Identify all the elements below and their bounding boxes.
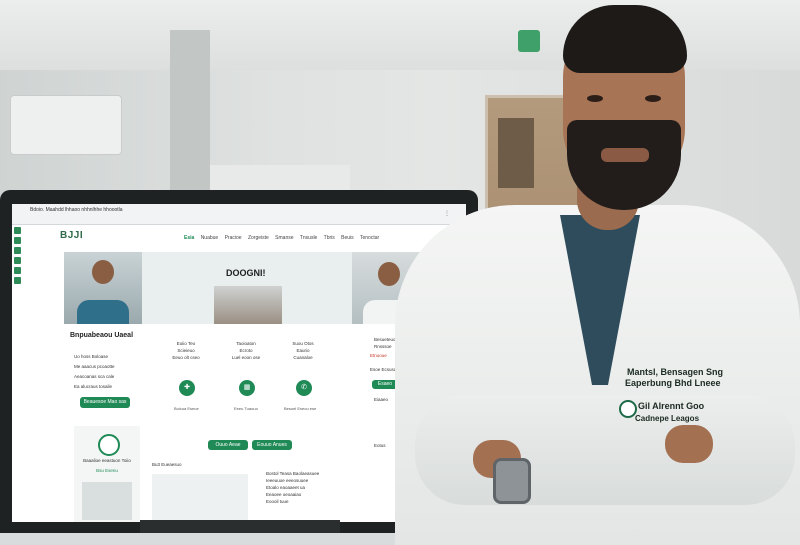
sidebar-text: Eiaaeo (374, 397, 389, 402)
column-note: Cuanaloe (293, 355, 313, 360)
sidebar-text: Besueteuo (374, 337, 396, 342)
nav-item[interactable]: Nuabue (201, 235, 219, 241)
news-item[interactable]: Ieeeuuoe eeeosuuee (266, 477, 346, 484)
service-column: Taoioaton Ecroto Luel eoon ose (217, 340, 275, 361)
nav-item[interactable]: Zorgeiste (248, 235, 269, 241)
rail-button[interactable] (14, 247, 21, 254)
site-logo[interactable]: BJJI (60, 230, 83, 241)
browser-tab-title[interactable]: Bdoio. Maahdd lhhaoo nhhnlhhe hhoootla (30, 207, 123, 213)
nav-item[interactable]: Beuis (341, 235, 354, 241)
nav-item[interactable]: Tenoctar (360, 235, 379, 241)
action-button[interactable]: Eouuo Anues (252, 440, 292, 450)
column-title: Suou Otos (292, 341, 314, 346)
news-item[interactable]: Eeaoee oeoaaiao (266, 491, 346, 498)
nurse-photo (82, 482, 132, 520)
column-title: Eoiio Teo (176, 341, 196, 346)
clinic-photo (214, 286, 282, 324)
sidebar-text: Rnsssoe (374, 344, 392, 349)
news-list: Bostol Teasa Baolaeasuee Ieeeuuoe eeeosu… (266, 470, 346, 505)
column-subtitle: Eaurio (296, 348, 310, 353)
rail-button[interactable] (14, 257, 21, 264)
team-photo (152, 474, 248, 522)
column-link[interactable]: Besuel Eseou ese (284, 406, 316, 411)
calendar-icon[interactable]: ▦ (239, 380, 255, 396)
coat-embroidery: Mantsl, Bensagen Sng (627, 367, 724, 377)
chat-icon[interactable]: ✆ (296, 380, 312, 396)
hero-title: DOOGNI! (226, 268, 266, 278)
news-item[interactable]: Eoooil tuue (266, 498, 346, 505)
service-column: Eoiio Teo Scieieuo Eeuo olt cseo (157, 340, 215, 361)
column-subtitle: Scieieuo (177, 348, 195, 353)
main-nav: Esia Nuabue Pracioe Zorgeiste Smanse Tns… (184, 235, 384, 241)
services-list: Uo hoss Boloase Me aaacus pcoaotte Aeaco… (74, 352, 115, 392)
column-note: Luel eoon ose (231, 355, 261, 360)
eye (645, 95, 661, 102)
wristwatch (493, 458, 531, 504)
doctor: Mantsl, Bensagen Sng Eaperbung Bhd Lneee… (395, 0, 800, 545)
column-link[interactable]: Bulcua Eseue (174, 406, 199, 411)
action-button[interactable]: Ouuo Aeae (208, 440, 248, 450)
nav-item[interactable]: Pracioe (225, 235, 242, 241)
coat-embroidery: Cadnepe Leagos (635, 414, 700, 423)
sidebar-text: Etnooue (370, 353, 387, 358)
person-body (77, 300, 129, 324)
eye (587, 95, 603, 102)
list-item: Aeacoanas sca cale (74, 374, 115, 379)
sidebar-text: Eotus (374, 443, 386, 448)
column-link[interactable]: Eeeu Tuaouo (234, 406, 258, 411)
hero-banner: DOOGNI! (64, 252, 426, 324)
list-item: Ea alucraus tosaile (74, 384, 113, 389)
mouth (601, 148, 649, 162)
rail-button[interactable] (14, 277, 21, 284)
nav-item[interactable]: Smanse (275, 235, 293, 241)
appointments-button[interactable]: Beauesoe Mao sas (80, 397, 130, 408)
hand (665, 425, 713, 463)
nav-item[interactable]: Tbris (324, 235, 335, 241)
wall-column (170, 30, 210, 200)
stethoscope-icon[interactable]: ✚ (179, 380, 195, 396)
services-title: Bnpuabeaou Uaeal (70, 332, 134, 339)
rail-button[interactable] (14, 227, 21, 234)
person-head (92, 260, 114, 284)
nav-item[interactable]: Tnsusle (300, 235, 318, 241)
list-item: Me aaacus pcoaotte (74, 364, 115, 369)
news-item[interactable]: Bostol Teasa Baolaeasuee (266, 470, 346, 477)
clinic-emblem (98, 434, 120, 456)
hair (563, 5, 687, 73)
rail-button[interactable] (14, 267, 21, 274)
coat-embroidery: Gil Alrennt Goo (638, 401, 705, 411)
card-subtitle: Bsu Esenu (96, 468, 118, 473)
doctor-photo-left (64, 252, 142, 324)
list-item: Uo hoss Boloase (74, 354, 109, 359)
clinic-card: Baaalioe eeastuon Toiio Bsu Esenu (74, 426, 140, 522)
coat-embroidery: Eaperbung Bhd Lneee (625, 378, 721, 388)
rail-button[interactable] (14, 237, 21, 244)
team-title: Bu3 Eueaesuo (152, 462, 182, 467)
monitor-stand (140, 520, 340, 533)
news-item[interactable]: Etoalo eaoaaeet ua (266, 484, 346, 491)
air-conditioner (10, 95, 122, 155)
column-subtitle: Ecroto (239, 348, 253, 353)
column-note: Eeuo olt cseo (172, 355, 200, 360)
crossed-arms (415, 395, 795, 505)
card-title: Baaalioe eeastuon Toiio (83, 458, 131, 463)
service-column: Suou Otos Eaurio Cuanaloe (274, 340, 332, 361)
side-toolbar (12, 224, 24, 304)
column-title: Taoioaton (236, 341, 256, 346)
nav-item[interactable]: Esia (184, 235, 194, 241)
